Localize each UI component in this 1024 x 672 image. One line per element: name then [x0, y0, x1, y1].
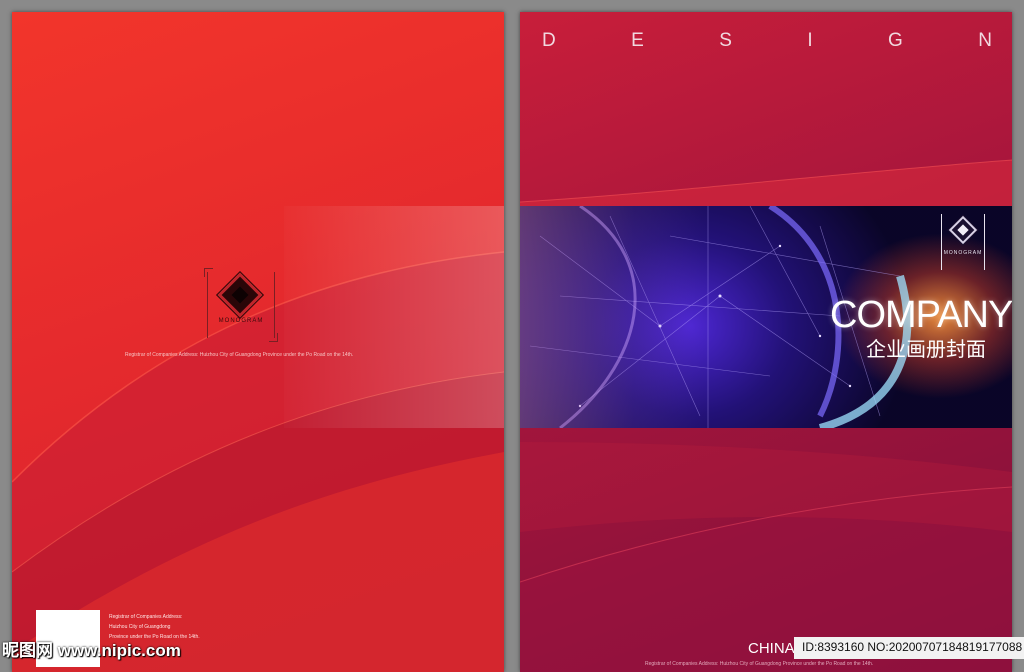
design-letter: G: [888, 30, 903, 51]
cover-front-page: D E S I G N MONOGRAM COMPANY 企业画册封面 CHIN…: [520, 12, 1012, 672]
company-title: COMPANY: [830, 294, 1012, 336]
hero-monogram-logo: MONOGRAM: [941, 214, 985, 270]
design-letters: D E S I G N: [542, 30, 992, 52]
design-letter: S: [719, 30, 732, 51]
address-line: Registrar of Companies Address: Huizhou …: [645, 661, 874, 667]
hero-monogram-title: MONOGRAM: [943, 250, 983, 256]
address-line: Registrar of Companies Address: Huizhou …: [125, 352, 354, 358]
company-subtitle-cn: 企业画册封面: [866, 339, 986, 361]
design-letter: E: [631, 30, 644, 51]
glass-band: [284, 206, 504, 428]
monogram-emblem-icon: [221, 276, 259, 314]
monogram-title: MONOGRAM: [218, 318, 264, 324]
monogram-logo: MONOGRAM: [204, 268, 278, 342]
site-watermark: 昵图网 www.nipic.com: [2, 641, 181, 660]
design-letter: D: [542, 30, 556, 51]
cover-back-page: MONOGRAM Registrar of Companies Address:…: [12, 12, 504, 672]
design-letter: I: [807, 30, 813, 51]
hero-fade-overlay: [520, 206, 710, 428]
registrar-line-1: Huizhou City of Guangdong: [109, 624, 171, 630]
hero-image: MONOGRAM COMPANY 企业画册封面: [520, 206, 1012, 428]
china-label: CHINA: [748, 640, 795, 657]
image-id-text: ID:8393160 NO:20200707184819177088: [802, 640, 1023, 654]
registrar-heading: Registrar of Companies Address:: [109, 614, 183, 620]
design-letter: N: [978, 30, 992, 51]
monogram-emblem-icon: [951, 218, 975, 242]
